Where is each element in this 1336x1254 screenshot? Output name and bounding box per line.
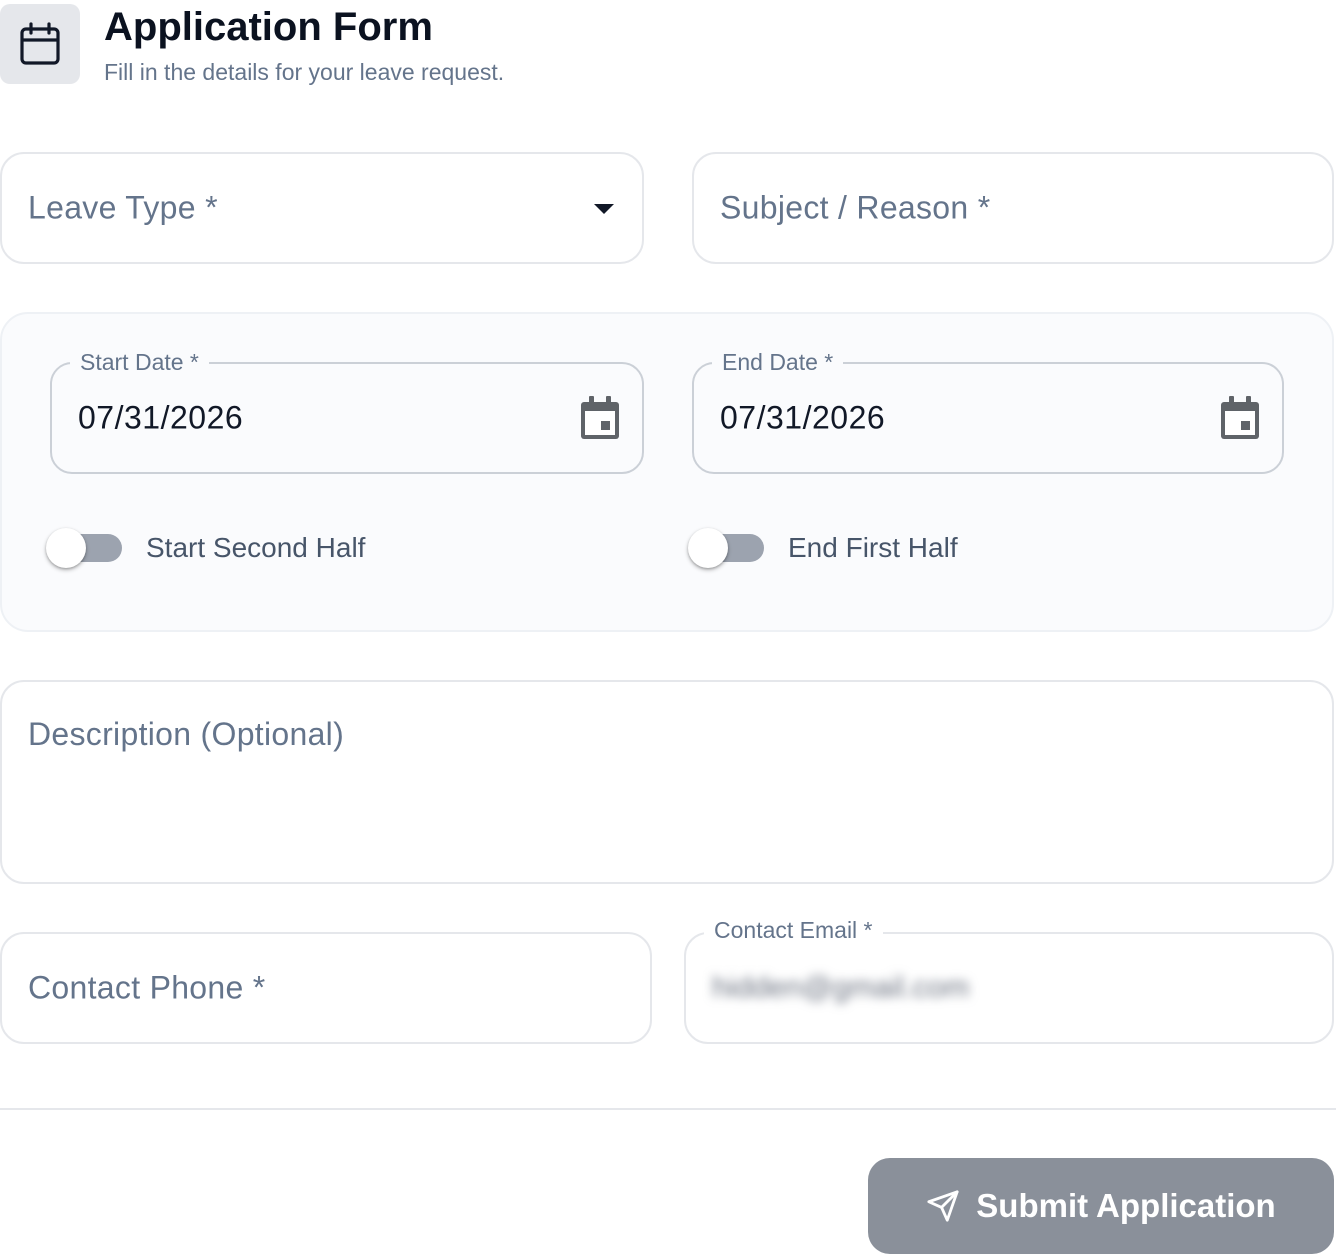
contact-phone-label: Contact Phone *: [28, 969, 266, 1006]
start-second-half-toggle[interactable]: [46, 526, 124, 570]
footer-divider: [0, 1108, 1336, 1110]
description-textarea[interactable]: Description (Optional): [0, 680, 1334, 884]
submit-application-button[interactable]: Submit Application: [868, 1158, 1334, 1254]
start-date-value: 07/31/2026: [78, 399, 244, 436]
end-date-field[interactable]: End Date * 07/31/2026: [692, 348, 1284, 474]
subject-reason-label: Subject / Reason *: [720, 189, 991, 226]
calendar-icon[interactable]: [1220, 396, 1260, 440]
end-first-half-toggle[interactable]: [688, 526, 766, 570]
start-second-half-row: Start Second Half: [46, 526, 365, 570]
contact-email-label: Contact Email *: [704, 916, 883, 944]
start-date-field[interactable]: Start Date * 07/31/2026: [50, 348, 644, 474]
start-second-half-label: Start Second Half: [146, 532, 366, 563]
page-subtitle: Fill in the details for your leave reque…: [104, 59, 505, 85]
submit-application-label: Submit Application: [976, 1187, 1276, 1224]
toggle-thumb: [46, 528, 86, 568]
caret-down-icon: [594, 204, 614, 214]
contact-phone-input[interactable]: Contact Phone *: [0, 932, 652, 1044]
calendar-icon[interactable]: [580, 396, 620, 440]
leave-type-label: Leave Type *: [28, 189, 218, 226]
leave-type-select[interactable]: Leave Type *: [0, 152, 644, 264]
application-form-page: Application Form Fill in the details for…: [0, 0, 1336, 1254]
description-label: Description (Optional): [28, 716, 345, 752]
end-date-value: 07/31/2026: [720, 399, 886, 436]
page-title: Application Form: [104, 5, 433, 49]
end-first-half-row: End First Half: [688, 526, 958, 570]
start-date-label: Start Date *: [70, 348, 209, 376]
end-first-half-label: End First Half: [788, 532, 958, 563]
end-date-label: End Date *: [712, 348, 844, 376]
calendar-icon: [20, 22, 60, 65]
header-calendar-badge: [0, 4, 80, 84]
send-icon: [927, 1190, 959, 1222]
date-range-panel: Start Date * 07/31/2026 End Date * 07/31…: [0, 312, 1334, 632]
subject-reason-input[interactable]: Subject / Reason *: [692, 152, 1334, 264]
contact-email-input[interactable]: Contact Email * hidden@gmail.com: [684, 916, 1334, 1044]
toggle-thumb: [688, 528, 728, 568]
contact-email-value: hidden@gmail.com: [712, 971, 970, 1004]
